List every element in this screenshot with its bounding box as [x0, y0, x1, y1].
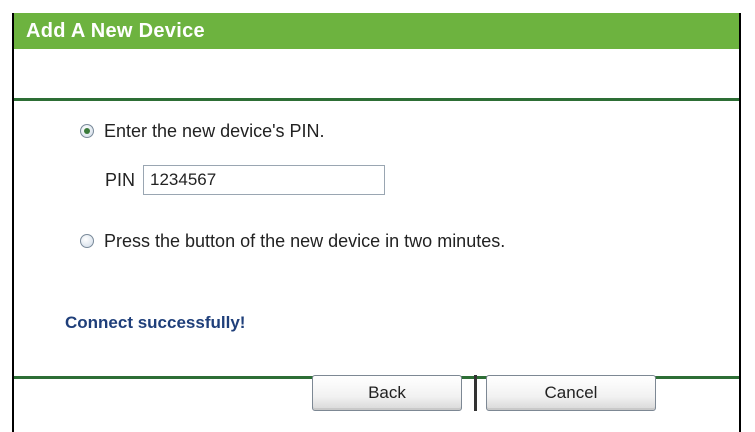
button-option-label: Press the button of the new device in tw…	[104, 230, 506, 251]
pin-input[interactable]	[143, 165, 386, 195]
button-option-row[interactable]: Press the button of the new device in tw…	[80, 229, 505, 253]
button-separator	[474, 375, 477, 411]
panel-title: Add A New Device	[14, 13, 739, 49]
pin-option-label: Enter the new device's PIN.	[104, 120, 325, 141]
radio-selected-dot	[84, 128, 90, 134]
back-button[interactable]: Back	[312, 375, 462, 411]
pin-option-row[interactable]: Enter the new device's PIN.	[80, 119, 325, 143]
pin-label: PIN	[105, 169, 136, 190]
button-option-radio[interactable]	[80, 234, 94, 248]
status-message: Connect successfully!	[65, 313, 246, 332]
add-device-panel: Add A New Device Enter the new device's …	[12, 13, 741, 432]
pin-option-radio[interactable]	[80, 124, 94, 138]
pin-field-row: PIN	[105, 165, 386, 195]
divider-top	[14, 98, 739, 101]
cancel-button[interactable]: Cancel	[486, 375, 656, 411]
